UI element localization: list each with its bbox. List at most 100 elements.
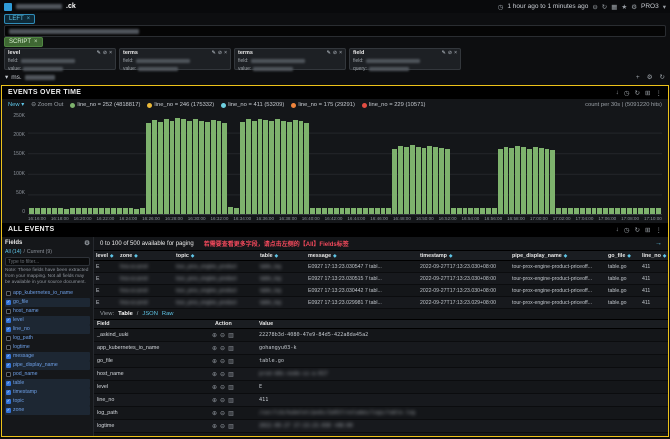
field-checkbox[interactable]: ✓ xyxy=(6,389,11,395)
column-header[interactable]: level ◆ xyxy=(94,253,118,259)
legend-item[interactable]: line_no = 229 (10571) xyxy=(361,102,425,108)
filter-for-value-icon[interactable]: ⊕ xyxy=(212,397,217,404)
column-header[interactable]: timestamp ◆ xyxy=(418,253,510,259)
sort-icon[interactable]: ◆ xyxy=(275,253,278,259)
field-toggle[interactable]: ✓ topic xyxy=(5,396,90,406)
close-icon[interactable]: × xyxy=(34,39,38,45)
event-row[interactable]: E hna-sz-prod tour_prox_engine_product t… xyxy=(94,285,668,297)
disable-icon[interactable]: ⊘ xyxy=(103,50,107,56)
legend-item[interactable]: line_no = 252 (4818817) xyxy=(70,102,140,108)
field-checkbox[interactable] xyxy=(6,308,11,314)
sort-icon[interactable]: ◆ xyxy=(110,253,113,259)
field-checkbox[interactable]: ✓ xyxy=(6,353,11,359)
field-toggle[interactable]: app_kubernetes_io_name xyxy=(5,289,90,298)
field-checkbox[interactable] xyxy=(6,290,11,296)
filter-for-value-icon[interactable]: ⊕ xyxy=(212,384,217,391)
filter-card[interactable]: field ✎ ⊘ × field: query: xyxy=(349,48,461,72)
sort-icon[interactable]: ◆ xyxy=(191,253,194,259)
field-filter-input[interactable] xyxy=(5,257,90,266)
sort-icon[interactable]: ◆ xyxy=(663,253,666,259)
toggle-column-icon[interactable]: ▥ xyxy=(228,384,234,391)
field-checkbox[interactable]: ✓ xyxy=(6,380,11,386)
filter-out-value-icon[interactable]: ⊖ xyxy=(220,410,225,417)
column-header[interactable]: message ◆ xyxy=(306,253,418,259)
sort-icon[interactable]: ◆ xyxy=(333,253,336,259)
events-over-time-header[interactable]: EVENTS OVER TIME ↓ ◷ ↻ ⊞ ⋮ xyxy=(2,86,668,99)
gear-icon[interactable]: ⚙ xyxy=(647,73,653,81)
event-row[interactable]: E hna-sz-prod tour_prox_engine_product t… xyxy=(94,273,668,285)
toggle-column-icon[interactable]: ▥ xyxy=(228,397,234,404)
tab-all-fields[interactable]: All (14) xyxy=(5,249,21,255)
filter-out-value-icon[interactable]: ⊖ xyxy=(220,397,225,404)
field-toggle[interactable]: pod_name xyxy=(5,370,90,379)
filter-for-value-icon[interactable]: ⊕ xyxy=(212,332,217,339)
legend-item[interactable]: line_no = 175 (29291) xyxy=(291,102,355,108)
toggle-column-icon[interactable]: ▥ xyxy=(228,371,234,378)
star-icon[interactable]: ★ xyxy=(621,3,627,11)
field-toggle[interactable]: ✓ zone xyxy=(5,405,90,415)
tab-current-fields[interactable]: Current (9) xyxy=(27,249,52,255)
field-toggle[interactable]: ✓ level xyxy=(5,315,90,325)
sort-icon[interactable]: ◆ xyxy=(134,253,137,259)
view-tab-json[interactable]: JSON xyxy=(142,311,157,317)
gear-icon[interactable]: ⚙ xyxy=(84,239,90,247)
chevron-down-icon[interactable]: ▾ xyxy=(663,3,666,11)
time-range-picker[interactable]: 1 hour ago to 1 minutes ago xyxy=(507,3,588,10)
event-row[interactable]: E hna-sz-prod tour_prox_engine_product t… xyxy=(94,261,668,273)
filter-for-value-icon[interactable]: ⊕ xyxy=(212,345,217,352)
filter-for-value-icon[interactable]: ⊕ xyxy=(212,371,217,378)
field-toggle[interactable]: host_name xyxy=(5,307,90,316)
filter-out-value-icon[interactable]: ⊖ xyxy=(220,332,225,339)
filter-card[interactable]: terms ✎ ⊘ × field: value: xyxy=(119,48,231,72)
expand-icon[interactable]: ⊞ xyxy=(645,89,650,97)
add-panel-icon[interactable]: + xyxy=(636,74,640,81)
download-icon[interactable]: ↓ xyxy=(616,226,619,233)
legend-item[interactable]: line_no = 411 (53209) xyxy=(221,102,284,108)
field-checkbox[interactable]: ✓ xyxy=(6,398,11,404)
view-tab-table[interactable]: Table xyxy=(118,311,133,317)
field-toggle[interactable]: log_path xyxy=(5,334,90,343)
download-icon[interactable]: ↓ xyxy=(616,89,619,96)
field-checkbox[interactable]: ✓ xyxy=(6,326,11,332)
refresh-icon[interactable]: ↻ xyxy=(635,226,640,234)
sort-icon[interactable]: ◆ xyxy=(449,253,452,259)
filter-card[interactable]: level ✎ ⊘ × field: value: xyxy=(4,48,116,72)
column-header[interactable]: pipe_display_name ◆ xyxy=(510,253,606,259)
edit-icon[interactable]: ✎ xyxy=(327,50,331,56)
clock-icon[interactable]: ◷ xyxy=(624,226,630,234)
column-header[interactable]: zone ◆ xyxy=(118,253,174,259)
field-toggle[interactable]: ✓ pipe_display_name xyxy=(5,360,90,370)
expand-icon[interactable]: ⊞ xyxy=(645,226,650,234)
column-header[interactable]: table ◆ xyxy=(258,253,306,259)
field-toggle[interactable]: ✓ table xyxy=(5,378,90,388)
field-checkbox[interactable]: ✓ xyxy=(6,362,11,368)
disable-icon[interactable]: ⊘ xyxy=(218,50,222,56)
toggle-column-icon[interactable]: ▥ xyxy=(228,358,234,365)
toggle-column-icon[interactable]: ▥ xyxy=(228,410,234,417)
apps-grid-icon[interactable]: ▦ xyxy=(611,3,617,11)
column-header[interactable]: go_file ◆ xyxy=(606,253,640,259)
field-checkbox[interactable]: ✓ xyxy=(6,299,11,305)
sort-icon[interactable]: ◆ xyxy=(564,253,567,259)
close-icon[interactable]: × xyxy=(454,50,457,56)
menu-icon[interactable]: ⋮ xyxy=(656,226,663,234)
field-toggle[interactable]: ✓ timestamp xyxy=(5,387,90,397)
column-header[interactable]: topic ◆ xyxy=(174,253,258,259)
close-icon[interactable]: × xyxy=(339,50,342,56)
close-icon[interactable]: × xyxy=(27,16,31,22)
disable-icon[interactable]: ⊘ xyxy=(333,50,337,56)
query-input[interactable] xyxy=(4,25,666,37)
toggle-column-icon[interactable]: ▥ xyxy=(228,423,234,430)
dashboard-row-header[interactable]: ▾ ms. + ⚙ ↻ xyxy=(0,70,670,84)
app-logo-icon[interactable] xyxy=(4,2,12,11)
field-checkbox[interactable] xyxy=(6,335,11,341)
field-checkbox[interactable]: ✓ xyxy=(6,407,11,413)
zoom-out-icon[interactable]: ⊖ xyxy=(592,3,597,11)
field-toggle[interactable]: ✓ line_no xyxy=(5,324,90,334)
toggle-column-icon[interactable]: ▥ xyxy=(228,345,234,352)
view-tab-raw[interactable]: Raw xyxy=(162,311,174,317)
filter-out-value-icon[interactable]: ⊖ xyxy=(220,358,225,365)
event-row[interactable]: E hna-sz-prod tour_prox_engine_product t… xyxy=(94,297,668,309)
field-checkbox[interactable]: ✓ xyxy=(6,317,11,323)
gear-icon[interactable]: ⚙ xyxy=(631,3,637,11)
